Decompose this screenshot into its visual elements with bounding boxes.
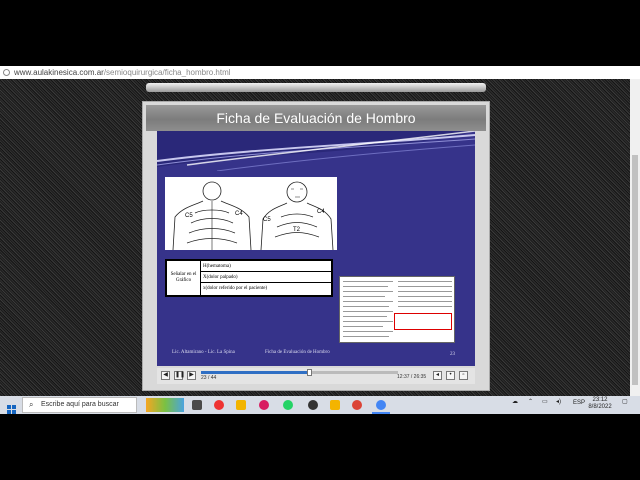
volume-icon[interactable]: ◂) [556,398,561,405]
fullscreen-icon: ▫ [462,372,465,378]
pause-icon: ❚❚ [175,372,186,378]
search-icon: ⌕ [29,400,34,409]
news-widget[interactable] [146,398,184,412]
network-icon[interactable]: ▭ [542,398,548,405]
legend-row-dolor-referido: x(dolor referido por el paciente) [203,286,268,291]
windows-icon [7,405,16,414]
highlight-box [394,313,452,330]
app-icon-1[interactable] [214,400,224,410]
chevron-up-icon[interactable]: ⌃ [528,398,533,405]
more-options-button[interactable]: • [446,371,455,380]
slide-footer-title: Ficha de Evaluación de Hombro [265,350,330,355]
notifications-icon[interactable]: ▢ [622,398,628,405]
drive-icon[interactable] [330,400,340,410]
progress-fill [201,371,310,374]
slide-footer-authors: Lic. Altamirano - Lic. La Spina [172,350,235,355]
slide-header-wave [157,131,475,171]
legend-row-dolor-palpado: X(dolor palpado) [200,272,331,283]
label-c4-front: C4 [317,209,325,215]
volume-button[interactable]: ◂ [433,371,442,380]
letterbox-bottom [0,414,640,480]
player-title: Ficha de Evaluación de Hombro [146,105,486,131]
search-placeholder: Escribe aquí para buscar [41,401,119,408]
url-host: www.aulakinesica.com.ar [14,68,104,77]
url-path: /semioquirurgica/ficha_hombro.html [103,68,231,77]
pause-button[interactable]: ❚❚ [174,371,186,380]
slide-number: 23 [450,352,455,357]
forward-icon: ▶ [189,372,194,378]
label-t2-front: T2 [293,227,301,233]
next-slide-button[interactable]: ▶ [187,371,196,380]
scrollbar-thumb[interactable] [632,155,638,385]
fullscreen-button[interactable]: ▫ [459,371,468,380]
label-c5-back: C5 [185,213,193,219]
back-view-diagram: C5 C4 [165,177,255,251]
evaluation-form-thumbnail [339,276,455,343]
clock-time: 23:12 [592,397,608,403]
speaker-icon: ◂ [435,372,439,378]
legend-header: Señalar en el Gráfico [167,261,201,295]
label-c4-back: C4 [235,211,243,217]
playback-time: 12:37 / 26:35 [397,374,427,380]
whatsapp-icon[interactable] [283,400,293,410]
task-view-icon[interactable] [192,400,202,410]
clock[interactable]: 23:12 8/8/2022 [588,397,612,411]
file-explorer-icon[interactable] [236,400,246,410]
clock-date: 8/8/2022 [588,404,612,410]
slide-counter: 23 / 44 [201,375,217,381]
url-text[interactable]: www.aulakinesica.com.ar/semioquirurgica/… [14,68,231,77]
app-icon-2[interactable] [308,400,318,410]
progress-handle[interactable] [307,369,313,376]
language-indicator[interactable]: ESP [573,400,585,406]
weather-icon[interactable]: ☁ [512,398,518,405]
chrome-icon-2[interactable] [352,400,362,410]
player-top-strip [146,83,486,92]
front-view-diagram: C5 C4 T2 [255,177,337,251]
chrome-icon-active[interactable] [376,400,386,410]
previous-slide-button[interactable]: ◀ [161,371,170,380]
dots-icon: • [449,372,452,378]
start-button[interactable] [7,401,16,414]
taskbar-search[interactable]: ⌕ Escribe aquí para buscar [22,397,137,413]
address-bar[interactable]: www.aulakinesica.com.ar/semioquirurgica/… [0,66,640,79]
legend-row-hematoma: H(hematoma) [200,261,331,272]
chrome-icon-1[interactable] [259,400,269,410]
legend-table: Señalar en el Gráfico H(hematoma) X(dolo… [165,259,333,297]
label-c5-front: C5 [263,217,271,223]
site-icon [3,69,10,76]
rewind-icon: ◀ [163,372,168,378]
